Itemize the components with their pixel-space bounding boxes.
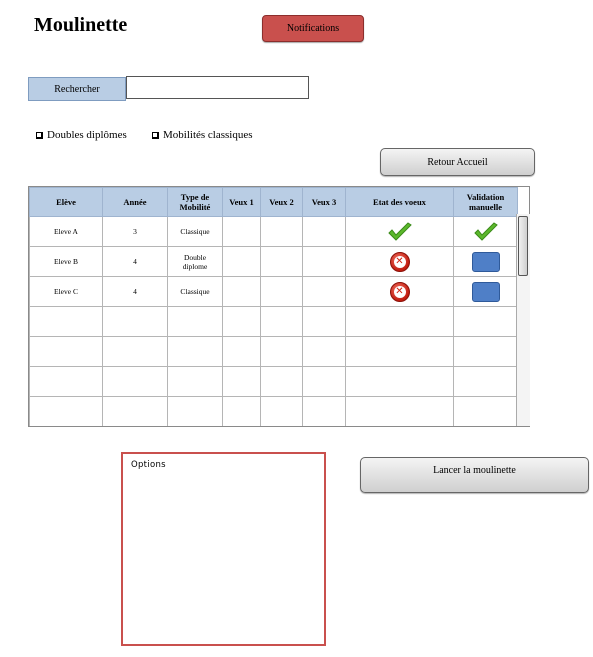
table-row-empty xyxy=(29,336,518,367)
cell-voeux-3 xyxy=(302,216,346,247)
table-header-row: Elève Année Type de Mobilité Veux 1 Veux… xyxy=(29,187,518,217)
cell-type: Double diplome xyxy=(167,246,223,277)
table-scrollbar[interactable] xyxy=(516,214,530,426)
check-icon[interactable] xyxy=(473,221,499,242)
col-header-etat: Etat des voeux xyxy=(345,187,454,217)
col-header-validation: Validation manuelle xyxy=(453,187,518,217)
validate-button[interactable] xyxy=(471,251,500,272)
scrollbar-thumb[interactable] xyxy=(518,216,528,276)
cell-validation[interactable] xyxy=(453,276,518,307)
filter-label: Mobilités classiques xyxy=(163,129,253,141)
cell-voeux-2 xyxy=(260,216,303,247)
col-header-voeux-3: Veux 3 xyxy=(302,187,346,217)
cell-voeux-1 xyxy=(222,276,261,307)
cell-annee: 4 xyxy=(102,246,168,277)
cell-eleve: Eleve A xyxy=(29,216,103,247)
app-title: Moulinette xyxy=(34,14,128,36)
search-label: Rechercher xyxy=(28,77,126,101)
cell-annee: 4 xyxy=(102,276,168,307)
cell-validation[interactable] xyxy=(453,216,518,247)
filter-doubles-diplomes[interactable]: Doubles diplômes xyxy=(36,129,127,141)
cell-etat xyxy=(345,216,454,247)
cell-voeux-2 xyxy=(260,246,303,277)
table-row-empty xyxy=(29,396,518,426)
cell-voeux-1 xyxy=(222,216,261,247)
cell-voeux-3 xyxy=(302,246,346,277)
cell-voeux-3 xyxy=(302,276,346,307)
search-input[interactable] xyxy=(126,76,309,99)
col-header-annee: Année xyxy=(102,187,168,217)
table-row-empty xyxy=(29,306,518,337)
col-header-voeux-2: Veux 2 xyxy=(260,187,303,217)
checkbox-icon[interactable] xyxy=(36,131,43,139)
cell-eleve: Eleve B xyxy=(29,246,103,277)
checkbox-icon[interactable] xyxy=(152,131,159,139)
check-icon xyxy=(387,221,412,241)
cell-validation[interactable] xyxy=(453,246,518,277)
cell-type-text: Double diplome xyxy=(182,252,208,271)
table-row[interactable]: Eleve C 4 Classique xyxy=(29,276,518,307)
retour-accueil-button[interactable]: Retour Accueil xyxy=(380,148,535,176)
students-table: Elève Année Type de Mobilité Veux 1 Veux… xyxy=(28,186,530,427)
table-row-empty xyxy=(29,366,518,397)
cell-type: Classique xyxy=(167,216,223,247)
error-icon xyxy=(389,281,410,302)
validate-button[interactable] xyxy=(471,281,500,302)
col-header-type: Type de Mobilité xyxy=(167,187,223,217)
options-panel: Options xyxy=(121,452,326,646)
table-row[interactable]: Eleve A 3 Classique xyxy=(29,216,518,247)
table-row[interactable]: Eleve B 4 Double diplome xyxy=(29,246,518,277)
cell-voeux-1 xyxy=(222,246,261,277)
cell-voeux-2 xyxy=(260,276,303,307)
cell-eleve: Eleve C xyxy=(29,276,103,307)
filter-mobilites-classiques[interactable]: Mobilités classiques xyxy=(152,129,253,141)
cell-etat xyxy=(345,276,454,307)
cell-etat xyxy=(345,246,454,277)
error-icon xyxy=(389,251,410,272)
filter-label: Doubles diplômes xyxy=(47,129,127,141)
col-header-eleve: Elève xyxy=(29,187,103,217)
options-label: Options xyxy=(131,460,166,470)
lancer-moulinette-button[interactable]: Lancer la moulinette xyxy=(360,457,589,493)
notifications-button[interactable]: Notifications xyxy=(262,15,364,42)
col-header-voeux-1: Veux 1 xyxy=(222,187,261,217)
cell-type: Classique xyxy=(167,276,223,307)
cell-annee: 3 xyxy=(102,216,168,247)
